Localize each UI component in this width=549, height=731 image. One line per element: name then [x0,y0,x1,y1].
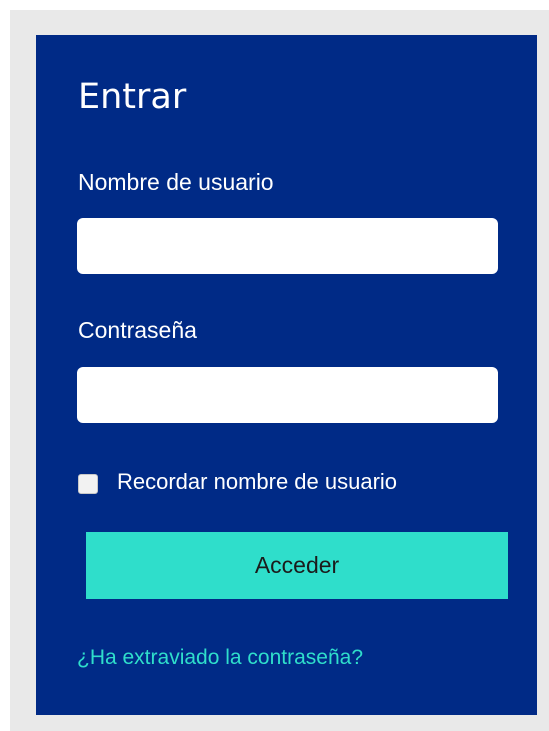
remember-username-checkbox[interactable] [78,474,98,494]
remember-username-row[interactable]: Recordar nombre de usuario [78,466,397,498]
username-input[interactable] [77,218,498,274]
username-label: Nombre de usuario [78,169,274,195]
login-title: Entrar [78,77,187,117]
forgot-password-link[interactable]: ¿Ha extraviado la contraseña? [77,643,363,673]
password-input[interactable] [77,367,498,423]
remember-username-label[interactable]: Recordar nombre de usuario [117,467,397,497]
login-button[interactable]: Acceder [86,532,508,599]
password-label: Contraseña [78,317,197,343]
